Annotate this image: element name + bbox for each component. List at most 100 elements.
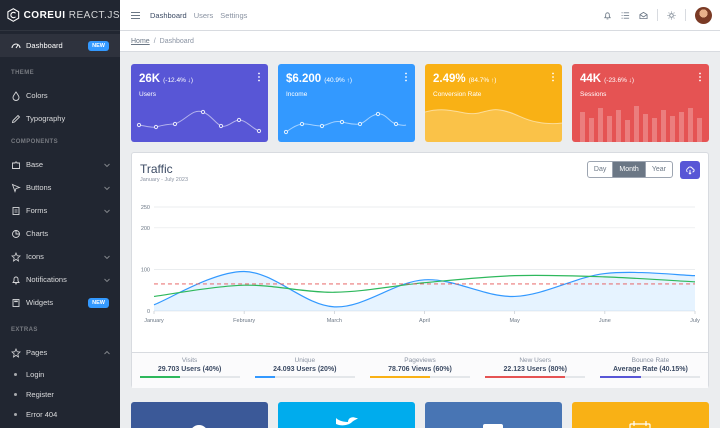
widget-sparkline (283, 111, 407, 135)
stat-unique: Unique 24.093 Users (20%) (247, 353, 362, 388)
stat-title: Bounce Rate (631, 357, 670, 364)
sidebar-item-label: Error 404 (26, 409, 58, 419)
widget-change: (40.9% ↑) (324, 77, 353, 84)
sidebar-item-buttons[interactable]: Buttons (0, 176, 120, 199)
stat-value: Average Rate (40.15%) (612, 366, 688, 373)
section-title-components: COMPONENTS (11, 139, 59, 145)
header-divider (657, 9, 658, 21)
cursor-icon (11, 183, 21, 193)
pencil-icon (11, 114, 21, 124)
sidebar-item-label: Typography (26, 114, 66, 123)
stat-value: 29.703 Users (40%) (157, 366, 222, 373)
chevron-down-icon (104, 163, 110, 167)
sidebar-item-typography[interactable]: Typography (0, 107, 120, 130)
chart-pie-icon (11, 229, 21, 239)
sidebar-item-label: Register (26, 389, 54, 399)
sidebar-item-login[interactable]: Login (0, 364, 120, 384)
stat-progress-bar (254, 376, 355, 378)
range-day-button[interactable]: Day (588, 162, 614, 177)
list-icon[interactable] (621, 11, 630, 20)
stat-title: Visits (181, 357, 198, 364)
sidebar-item-base[interactable]: Base (0, 153, 120, 176)
facebook-card (131, 402, 268, 428)
chevron-down-icon (104, 278, 110, 282)
more-vertical-icon[interactable] (257, 72, 261, 82)
bullet-icon (14, 392, 17, 396)
more-vertical-icon[interactable] (551, 72, 555, 82)
x-tick-label: March (327, 318, 342, 324)
sidebar-item-label: Widgets (26, 298, 54, 307)
sidebar-item-label: Buttons (26, 183, 52, 192)
sidebar-item-charts[interactable]: Charts (0, 222, 120, 245)
star-icon (11, 251, 21, 262)
header-link-users[interactable]: Users (194, 11, 214, 20)
sidebar-item-notifications[interactable]: Notifications (0, 268, 120, 291)
calculator-icon (11, 298, 21, 308)
widget-bar-chart (580, 106, 702, 142)
y-tick-label: 250 (141, 205, 150, 211)
traffic-title: Traffic (140, 162, 173, 176)
header-link-dashboard[interactable]: Dashboard (150, 11, 187, 20)
section-title-theme: THEME (11, 70, 34, 76)
header-link-settings[interactable]: Settings (220, 11, 247, 20)
bullet-icon (14, 412, 17, 416)
sidebar-item-colors[interactable]: Colors (0, 84, 120, 107)
sidebar-item-error-404[interactable]: Error 404 (0, 404, 120, 424)
sidebar-item-icons[interactable]: Icons (0, 245, 120, 268)
more-vertical-icon[interactable] (404, 72, 408, 82)
sidebar-item-forms[interactable]: Forms (0, 199, 120, 222)
stat-visits: Visits 29.703 Users (40%) (132, 353, 247, 388)
breadcrumb-current: Dashboard (159, 37, 194, 45)
stat-title: Pageviews (404, 357, 436, 364)
widget-income: $6.200 (40.9% ↑) Income (278, 64, 415, 142)
sidebar-item-register[interactable]: Register (0, 384, 120, 404)
breadcrumb: Home / Dashboard (120, 31, 720, 52)
chevron-up-icon (104, 350, 110, 354)
stat-progress-fill (139, 376, 180, 378)
linkedin-card (425, 402, 562, 428)
x-tick-label: April (419, 318, 430, 324)
twitter-card (278, 402, 415, 428)
traffic-subtitle: January - July 2023 (140, 177, 188, 183)
range-year-button[interactable]: Year (646, 162, 672, 177)
stat-progress-fill (600, 376, 641, 378)
breadcrumb-home-link[interactable]: Home (131, 38, 150, 45)
widget-change: (84.7% ↑) (468, 77, 497, 84)
widget-users: 26K (-12.4% ↓) Users (131, 64, 268, 142)
y-tick-label: 0 (147, 309, 150, 315)
stat-progress-bar (370, 376, 470, 378)
sun-icon[interactable] (667, 10, 676, 20)
sidebar-item-label: Forms (26, 206, 48, 215)
envelope-icon[interactable] (639, 11, 648, 20)
bullet-icon (14, 372, 17, 376)
range-month-button[interactable]: Month (613, 162, 646, 177)
widget-sparkline (136, 109, 262, 134)
drop-icon (11, 90, 21, 101)
widget-change: (-12.4% ↓) (163, 77, 194, 84)
widget-label: Conversion Rate (433, 91, 482, 98)
brand[interactable]: COREUI REACT.JS (0, 0, 120, 31)
x-tick-label: July (690, 318, 700, 324)
stat-new-users: New Users 22.123 Users (80%) (478, 353, 593, 388)
download-button[interactable] (680, 161, 700, 179)
star-icon (11, 347, 21, 358)
facebook-icon (192, 425, 206, 428)
user-avatar[interactable] (695, 6, 712, 24)
range-toggle: Day Month Year (586, 161, 673, 178)
stat-title: New Users (519, 357, 552, 364)
widget-value: 44K (580, 73, 602, 85)
sidebar-item-dashboard[interactable]: Dashboard NEW (0, 34, 120, 57)
bell-icon[interactable] (603, 11, 612, 20)
sidebar-item-widgets[interactable]: Widgets NEW (0, 291, 120, 314)
linkedin-icon (483, 424, 503, 428)
widget-value: 2.49% (433, 73, 466, 85)
sidebar-item-pages[interactable]: Pages (0, 341, 120, 364)
hamburger-menu-icon[interactable] (131, 11, 140, 20)
top-header: Dashboard Users Settings (120, 0, 720, 31)
sidebar-item-label: Charts (26, 229, 49, 238)
widget-label: Income (286, 91, 308, 98)
more-vertical-icon[interactable] (698, 72, 702, 82)
x-tick-label: June (599, 318, 611, 324)
chevron-down-icon (104, 209, 110, 213)
sidebar: COREUI REACT.JS Dashboard NEW THEME Colo… (0, 0, 120, 428)
